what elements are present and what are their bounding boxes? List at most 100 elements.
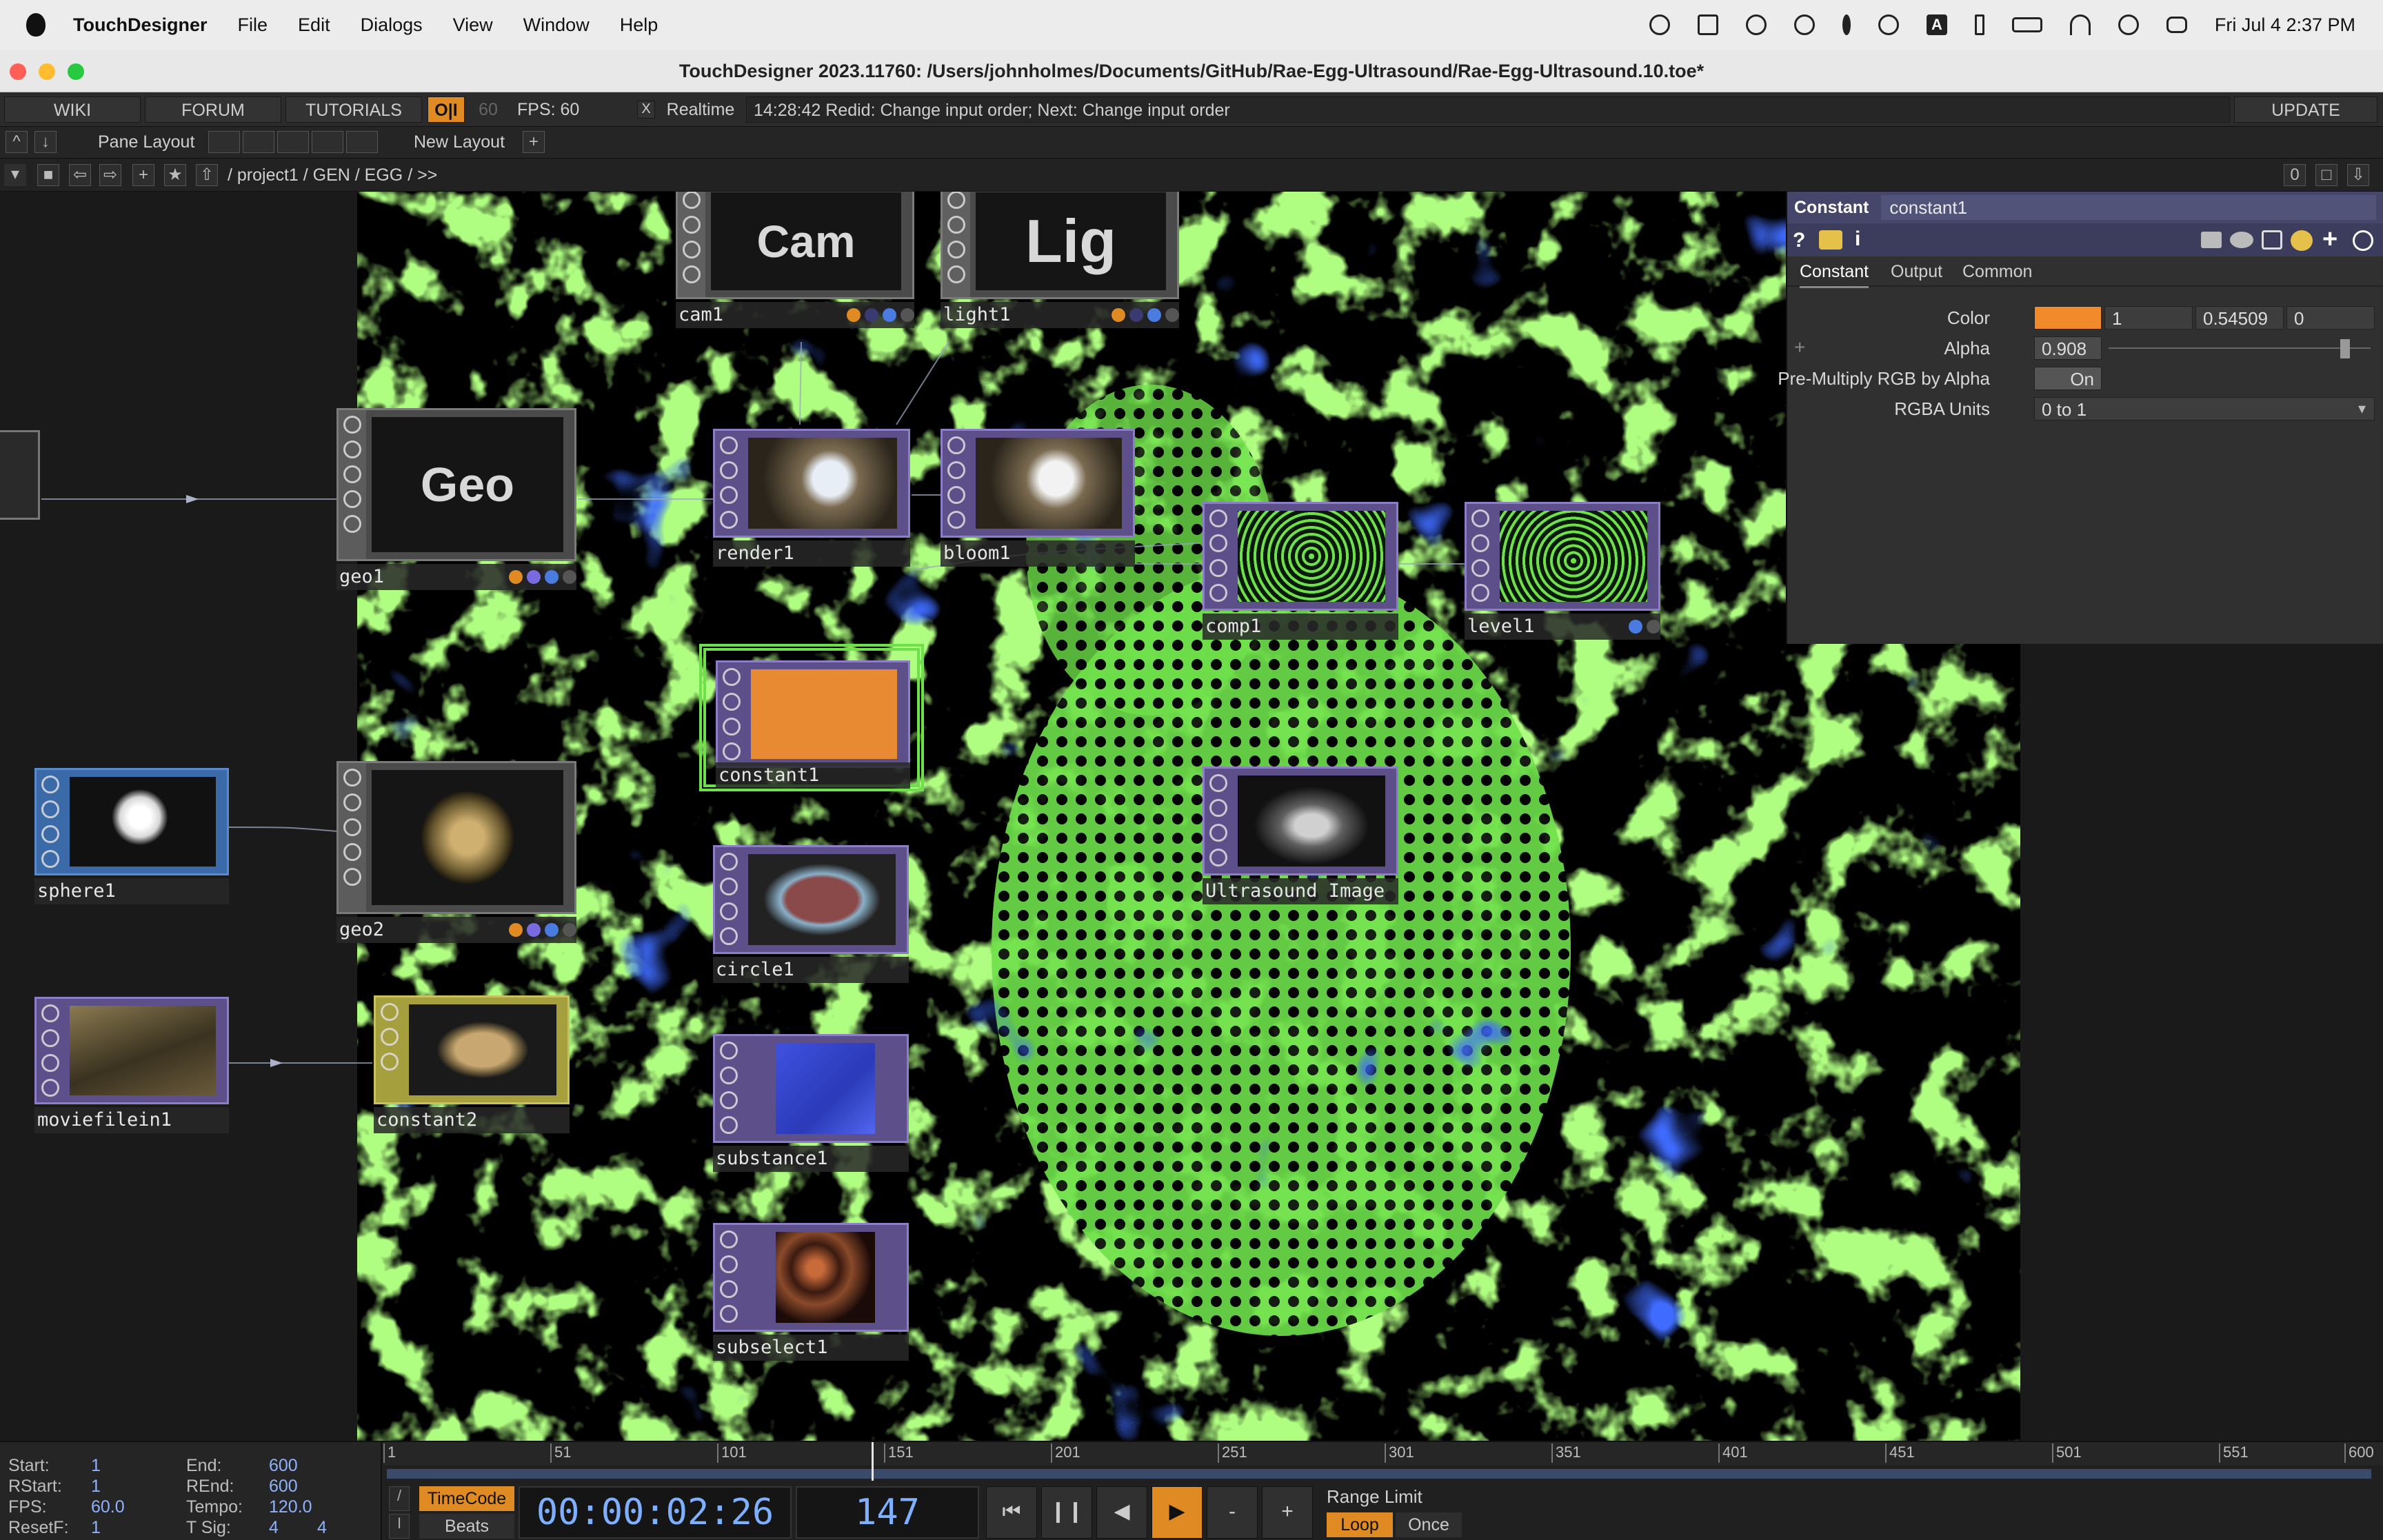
menu-view[interactable]: View bbox=[453, 14, 493, 36]
rend-value[interactable]: 600 bbox=[269, 1477, 298, 1497]
chevron-down-icon[interactable]: ▾ bbox=[2358, 400, 2366, 418]
apple-menu-icon[interactable] bbox=[26, 13, 46, 37]
tsig-value-a[interactable]: 4 bbox=[269, 1518, 279, 1538]
tutorials-button[interactable]: TUTORIALS bbox=[285, 97, 422, 123]
operator-name-field[interactable]: constant1 bbox=[1881, 195, 2376, 220]
forum-button[interactable]: FORUM bbox=[145, 97, 281, 123]
premultiply-toggle[interactable]: On bbox=[2034, 367, 2102, 390]
network-path[interactable]: / project1 / GEN / EGG / >> bbox=[228, 165, 437, 185]
alpha-field[interactable]: 0.908 bbox=[2034, 336, 2102, 360]
menu-dialogs[interactable]: Dialogs bbox=[361, 14, 423, 36]
node-comp1[interactable]: comp1 bbox=[1203, 502, 1398, 640]
node-label-sphere1[interactable]: sphere1 bbox=[34, 878, 229, 904]
headphones-icon[interactable] bbox=[1878, 14, 1899, 35]
node-moviefilein1[interactable]: moviefilein1 bbox=[34, 997, 229, 1133]
node-flags-strip[interactable] bbox=[37, 999, 64, 1102]
timeline-playhead[interactable] bbox=[872, 1442, 874, 1481]
node-label-bloom1[interactable]: bloom1 bbox=[941, 540, 1135, 567]
pane-icon[interactable]: ^ bbox=[6, 131, 28, 153]
input-source-icon[interactable]: A bbox=[1926, 14, 1947, 35]
node-light1[interactable]: Lig light1 bbox=[941, 192, 1179, 328]
realtime-checkbox[interactable]: X bbox=[637, 101, 655, 119]
menu-file[interactable]: File bbox=[238, 14, 268, 36]
node-flags-strip[interactable] bbox=[339, 410, 366, 559]
node-substance1[interactable]: substance1 bbox=[713, 1034, 909, 1172]
loop-button[interactable]: Loop bbox=[1327, 1512, 1393, 1537]
node-circle1[interactable]: circle1 bbox=[713, 845, 909, 983]
control-center-icon[interactable] bbox=[2166, 17, 2187, 33]
node-label-subselect1[interactable]: subselect1 bbox=[713, 1335, 909, 1361]
app-menu[interactable]: TouchDesigner bbox=[73, 14, 208, 36]
forward-icon[interactable]: ⇨ bbox=[99, 164, 121, 186]
menu-window[interactable]: Window bbox=[523, 14, 590, 36]
layout-quad-button[interactable] bbox=[346, 131, 378, 153]
step-back-button[interactable]: ◀ bbox=[1096, 1486, 1147, 1539]
node-label-render1[interactable]: render1 bbox=[713, 540, 910, 567]
timecode-display[interactable]: 00:00:02:26 bbox=[519, 1486, 792, 1539]
add-icon[interactable]: + bbox=[2322, 225, 2337, 254]
search-icon[interactable] bbox=[2118, 14, 2139, 35]
update-button[interactable]: UPDATE bbox=[2234, 97, 2377, 123]
python-icon[interactable] bbox=[2291, 230, 2313, 251]
frame-display[interactable]: 147 bbox=[796, 1486, 979, 1539]
maximize-pane-icon[interactable]: □ bbox=[2315, 164, 2337, 186]
menu-edit[interactable]: Edit bbox=[298, 14, 330, 36]
pause-button[interactable]: ❙❙ bbox=[1041, 1486, 1092, 1539]
rewind-button[interactable]: ⏮ bbox=[986, 1486, 1037, 1539]
tsig-value-b[interactable]: 4 bbox=[317, 1518, 327, 1538]
alpha-slider-track[interactable] bbox=[2109, 347, 2371, 349]
node-sphere1[interactable]: sphere1 bbox=[34, 768, 229, 904]
node-level1[interactable]: level1 bbox=[1465, 502, 1660, 640]
perform-mode-button[interactable]: O|I bbox=[428, 97, 465, 123]
once-button[interactable]: Once bbox=[1396, 1512, 1462, 1537]
bluetooth-icon[interactable] bbox=[1974, 14, 1984, 35]
node-flags-strip[interactable] bbox=[943, 192, 970, 297]
node-cam1[interactable]: Cam cam1 bbox=[676, 192, 914, 328]
node-label-constant2[interactable]: constant2 bbox=[374, 1107, 570, 1133]
resetf-value[interactable]: 1 bbox=[91, 1518, 101, 1538]
chevron-down-icon[interactable]: ▾ bbox=[4, 164, 26, 186]
edit-icon[interactable] bbox=[2201, 232, 2222, 248]
step-minus-button[interactable]: - bbox=[1207, 1486, 1258, 1539]
close-window-button[interactable] bbox=[10, 63, 26, 80]
tab-constant[interactable]: Constant bbox=[1800, 262, 1869, 288]
rstart-value[interactable]: 1 bbox=[91, 1477, 101, 1497]
beats-mode-button[interactable]: Beats bbox=[419, 1514, 514, 1539]
node-render1[interactable]: render1 bbox=[713, 429, 910, 567]
tempo-value[interactable]: 120.0 bbox=[269, 1497, 312, 1517]
node-geo1[interactable]: Geo geo1 bbox=[336, 408, 576, 590]
openai-icon[interactable] bbox=[1649, 14, 1670, 35]
export-icon[interactable]: ↓ bbox=[34, 131, 57, 153]
alpha-slider-handle[interactable] bbox=[2340, 339, 2350, 358]
play-forward-button[interactable]: ▶ bbox=[1152, 1486, 1203, 1539]
start-value[interactable]: 1 bbox=[91, 1456, 101, 1476]
battery-icon[interactable] bbox=[2011, 17, 2042, 32]
parent-network-icon[interactable]: ⇧ bbox=[196, 164, 218, 186]
expand-param-icon[interactable]: + bbox=[1794, 336, 1805, 358]
timecode-mode-radio[interactable]: / bbox=[389, 1486, 410, 1511]
target-icon[interactable] bbox=[2353, 230, 2373, 251]
node-ultrasound-image[interactable]: Ultrasound Image bbox=[1203, 767, 1398, 904]
node-label-circle1[interactable]: circle1 bbox=[713, 957, 909, 983]
node-bloom1[interactable]: bloom1 bbox=[941, 429, 1135, 567]
node-geo2[interactable]: geo2 bbox=[336, 761, 576, 943]
home-icon[interactable]: + bbox=[132, 164, 154, 186]
node-flags-strip[interactable] bbox=[37, 770, 64, 873]
back-icon[interactable]: ⇦ bbox=[69, 164, 91, 186]
layout-single-button[interactable] bbox=[208, 131, 240, 153]
pane-menu-icon[interactable]: ⇩ bbox=[2347, 164, 2369, 186]
layout-triple-button[interactable] bbox=[312, 131, 343, 153]
play-icon[interactable] bbox=[1793, 14, 1815, 35]
comment-icon[interactable] bbox=[2230, 232, 2253, 248]
tab-output[interactable]: Output bbox=[1891, 262, 1942, 282]
node-label-constant1[interactable]: constant1 bbox=[716, 762, 910, 789]
node-flags-strip[interactable] bbox=[718, 662, 745, 766]
node-flags-strip[interactable] bbox=[1205, 769, 1232, 873]
python-help-icon[interactable] bbox=[1819, 230, 1842, 250]
node-flags-strip[interactable] bbox=[1205, 504, 1232, 609]
menu-help[interactable]: Help bbox=[620, 14, 658, 36]
node-flags-strip[interactable] bbox=[376, 997, 403, 1102]
layout-split-h-button[interactable] bbox=[277, 131, 309, 153]
help-icon[interactable]: ? bbox=[1793, 229, 1809, 252]
node-label-substance1[interactable]: substance1 bbox=[713, 1146, 909, 1172]
